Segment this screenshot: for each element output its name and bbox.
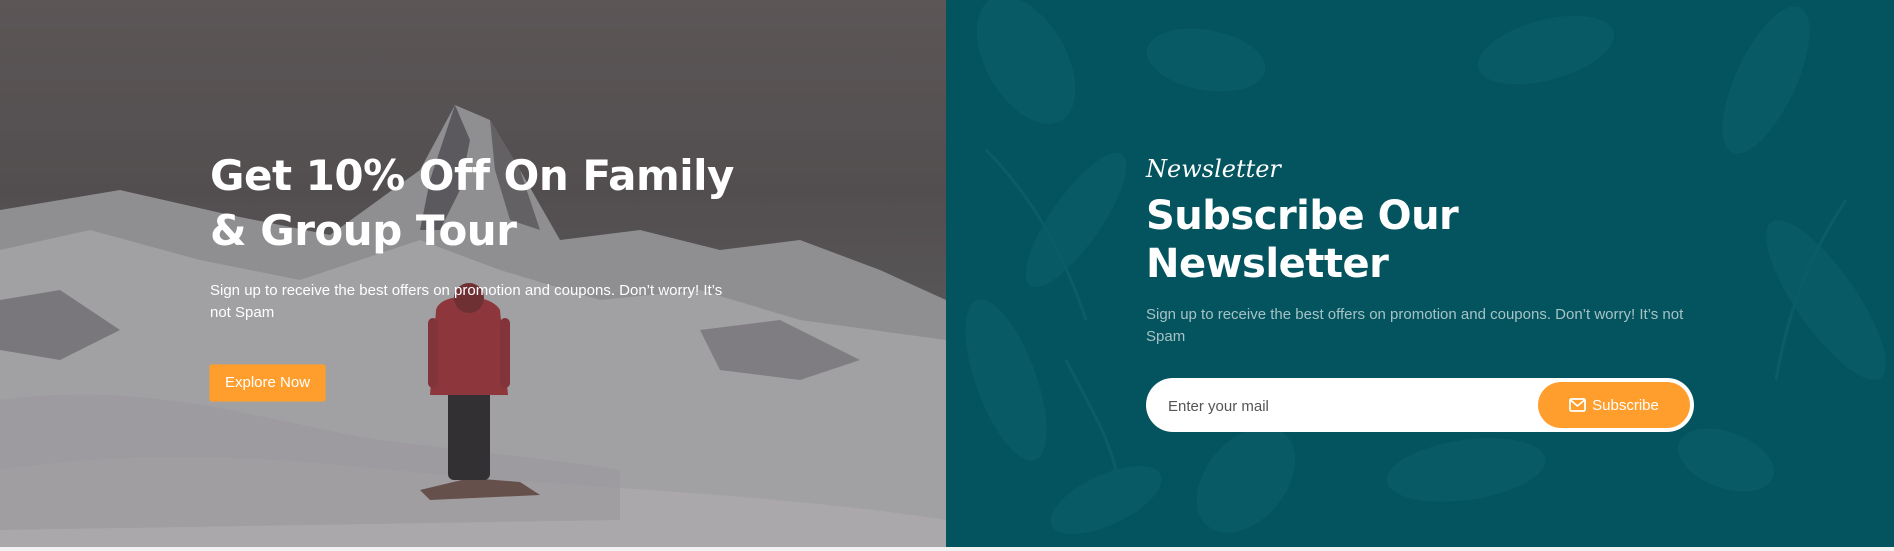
newsletter-panel: Newsletter Subscribe Our Newsletter Sign… bbox=[946, 0, 1894, 547]
newsletter-content: Newsletter Subscribe Our Newsletter Sign… bbox=[1146, 154, 1706, 434]
promo-description: Sign up to receive the best offers on pr… bbox=[210, 282, 723, 321]
promo-title: Get 10% Off On Family & Group Tour bbox=[210, 151, 734, 255]
subscribe-button[interactable]: Subscribe bbox=[1538, 382, 1690, 428]
newsletter-kicker: Newsletter bbox=[1146, 155, 1281, 183]
promo-content: Get 10% Off On Family & Group Tour Sign … bbox=[210, 148, 750, 401]
newsletter-form: Subscribe bbox=[1146, 378, 1694, 434]
bottom-divider bbox=[0, 547, 1894, 551]
subscribe-label: Subscribe bbox=[1592, 396, 1659, 414]
newsletter-title: Subscribe Our Newsletter bbox=[1146, 193, 1459, 287]
promo-banner: Get 10% Off On Family & Group Tour Sign … bbox=[0, 0, 946, 547]
email-input[interactable] bbox=[1166, 378, 1530, 434]
newsletter-description: Sign up to receive the best offers on pr… bbox=[1146, 306, 1684, 345]
explore-now-button[interactable]: Explore Now bbox=[210, 365, 326, 401]
promo-newsletter-section: Get 10% Off On Family & Group Tour Sign … bbox=[0, 0, 1894, 547]
envelope-icon bbox=[1569, 398, 1587, 412]
